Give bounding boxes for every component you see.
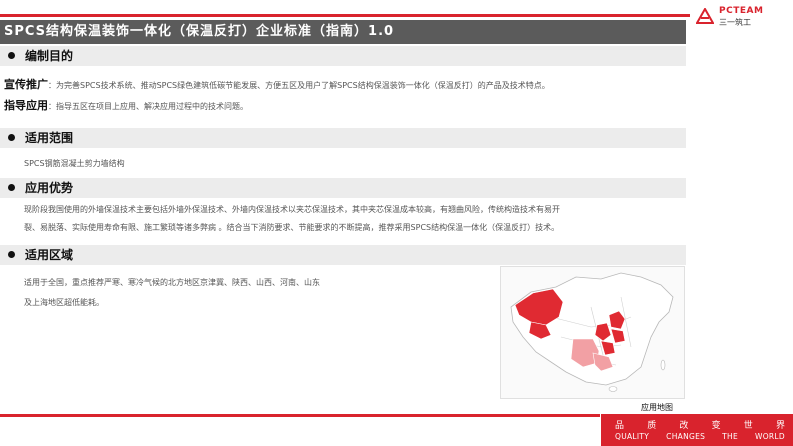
section-heading: 适用区域 (25, 248, 74, 262)
map-caption: 应用地图 (641, 403, 673, 412)
guide-label: 指导应用 (4, 99, 48, 112)
slogan-word: CHANGES (666, 432, 706, 441)
promo-label: 宣传推广 (4, 78, 48, 91)
advantage-line-1: 现阶段我国使用的外墙保温技术主要包括外墙外保温技术、外墙内保温技术以夹芯保温技术… (24, 205, 560, 214)
promo-text: ：为完善SPCS技术系统、推动SPCS绿色建筑低碳节能发展、方便五区及用户了解S… (48, 81, 550, 90)
logo-text-cn: 三一筑工 (719, 18, 751, 27)
slogan-en: QUALITY CHANGES THE WORLD (615, 432, 785, 441)
slogan-char: 世 (743, 421, 753, 431)
top-accent-line (0, 14, 690, 17)
section-heading: 编制目的 (25, 49, 74, 63)
slogan-word: THE (722, 432, 739, 441)
slogan-char: 质 (647, 421, 657, 431)
purpose-promo-line: 宣传推广：为完善SPCS技术系统、推动SPCS绿色建筑低碳节能发展、方便五区及用… (4, 78, 550, 93)
section-header-advantage: 应用优势 (0, 178, 686, 198)
section-heading: 适用范围 (25, 131, 74, 145)
logo-text-en: PCTEAM (719, 6, 764, 16)
logo-mark-icon (696, 8, 714, 24)
slogan-char: 改 (679, 421, 689, 431)
section-header-region: 适用区域 (0, 245, 686, 265)
slogan-char: 品 (615, 421, 625, 431)
slogan-word: QUALITY (615, 432, 650, 441)
footer-slogan-band: 品 质 改 变 世 界 QUALITY CHANGES THE WORLD (601, 414, 793, 446)
bullet-icon (8, 184, 15, 191)
slogan-cn: 品 质 改 变 世 界 (615, 418, 785, 431)
section-header-scope: 适用范围 (0, 128, 686, 148)
section-heading: 应用优势 (25, 181, 74, 195)
slogan-char: 界 (775, 421, 785, 431)
company-logo: PCTEAM 三一筑工 (696, 6, 786, 28)
china-map-graphic (510, 272, 674, 392)
slogan-word: WORLD (755, 432, 785, 441)
china-application-map (500, 266, 685, 399)
bottom-accent-line (0, 414, 600, 417)
region-line-1: 适用于全国，重点推荐严寒、寒冷气候的北方地区京津冀、陕西、山西、河南、山东 (24, 278, 320, 287)
bullet-icon (8, 251, 15, 258)
scope-text: SPCS钢筋混凝土剪力墙结构 (24, 159, 125, 168)
page-title: SPCS结构保温装饰一体化（保温反打）企业标准（指南）1.0 (0, 20, 686, 44)
section-header-purpose: 编制目的 (0, 46, 686, 66)
guide-text: ：指导五区在项目上应用、解决应用过程中的技术问题。 (48, 102, 248, 111)
bullet-icon (8, 134, 15, 141)
purpose-guide-line: 指导应用：指导五区在项目上应用、解决应用过程中的技术问题。 (4, 99, 248, 114)
bullet-icon (8, 52, 15, 59)
slogan-char: 变 (711, 421, 721, 431)
region-line-2: 及上海地区超低能耗。 (24, 298, 104, 307)
advantage-line-2: 裂、易脱落、实际使用寿命有限、施工繁琐等诸多弊病 。结合当下消防要求、节能要求的… (24, 223, 560, 232)
